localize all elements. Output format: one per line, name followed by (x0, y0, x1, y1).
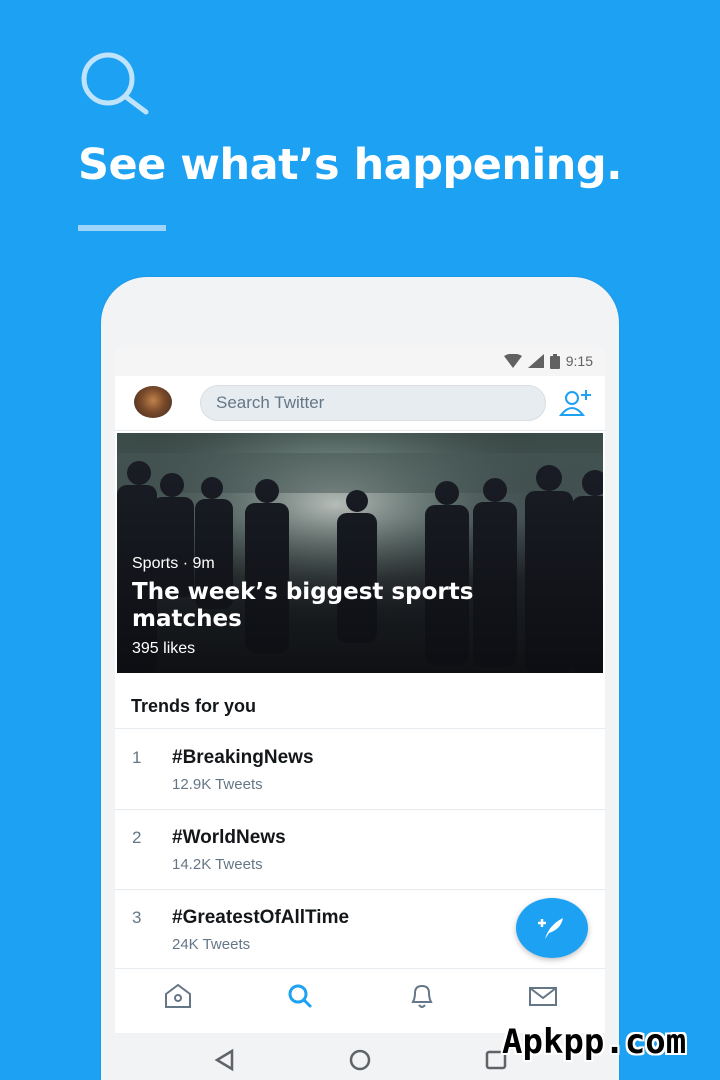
trend-row[interactable]: 2 #WorldNews 14.2K Tweets (115, 810, 605, 890)
phone-screen: 9:15 Search Twitter Sports · 9m The week… (115, 347, 605, 1033)
home-circle-icon[interactable] (347, 1047, 373, 1073)
compose-tweet-icon (538, 918, 563, 939)
trend-count: 14.2K Tweets (172, 856, 263, 873)
story-meta: Sports · 9m (132, 555, 215, 572)
home-icon[interactable] (161, 981, 195, 1011)
trend-name: #GreatestOfAllTime (172, 907, 350, 928)
headline-divider (78, 225, 166, 231)
compose-tweet-button[interactable] (516, 898, 588, 958)
trends-header: Trends for you (115, 683, 605, 729)
trend-name: #WorldNews (172, 827, 286, 848)
notifications-icon[interactable] (405, 981, 439, 1011)
wifi-icon (503, 354, 522, 368)
phone-frame: 9:15 Search Twitter Sports · 9m The week… (101, 277, 619, 1080)
trend-row[interactable]: 1 #BreakingNews 12.9K Tweets (115, 730, 605, 810)
app-header: Search Twitter (115, 376, 605, 431)
watermark: Apkpp.com (502, 1022, 687, 1062)
search-icon[interactable] (283, 981, 317, 1011)
add-user-icon[interactable] (559, 388, 593, 418)
promo-headline: See what’s happening. (78, 140, 623, 190)
trend-name: #BreakingNews (172, 747, 314, 768)
trend-count: 24K Tweets (172, 936, 251, 953)
messages-icon[interactable] (526, 981, 560, 1011)
trend-rank: 2 (132, 828, 142, 847)
trend-rank: 3 (132, 908, 142, 927)
search-input[interactable]: Search Twitter (200, 385, 546, 421)
trend-count: 12.9K Tweets (172, 776, 263, 793)
back-icon[interactable] (212, 1047, 238, 1073)
hero-image (117, 433, 603, 673)
story-likes: 395 likes (132, 640, 196, 657)
trend-rank: 1 (132, 748, 142, 767)
bottom-nav (115, 968, 605, 1023)
signal-icon (527, 354, 544, 368)
battery-icon (549, 353, 560, 369)
status-bar: 9:15 (115, 347, 605, 376)
status-time: 9:15 (565, 353, 593, 369)
story-title: The week’s biggest sports matches (132, 579, 474, 632)
search-icon (81, 52, 149, 115)
avatar[interactable] (134, 386, 172, 418)
featured-story-card[interactable]: Sports · 9m The week’s biggest sports ma… (117, 433, 603, 673)
